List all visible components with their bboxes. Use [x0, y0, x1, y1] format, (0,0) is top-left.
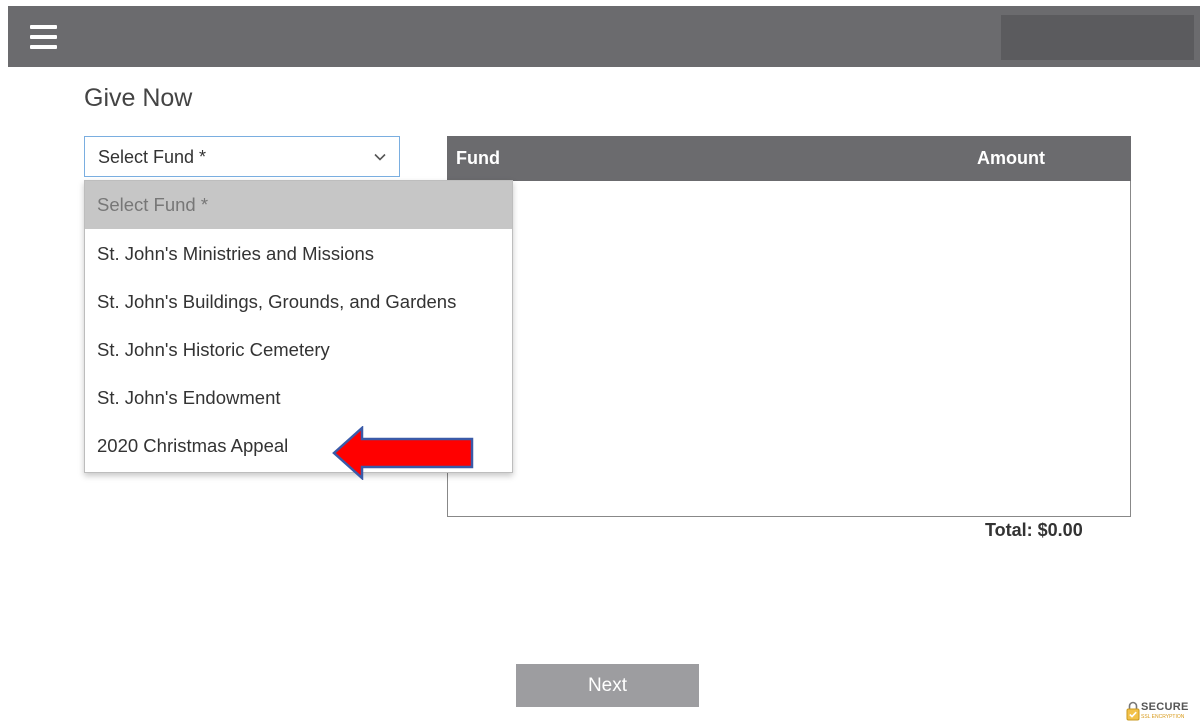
chevron-down-icon — [374, 153, 386, 161]
top-navigation-bar — [8, 6, 1200, 67]
total-amount: Total: $0.00 — [985, 520, 1083, 540]
page-title: Give Now — [84, 84, 193, 112]
fund-option-historic-cemetery[interactable]: St. John's Historic Cemetery — [85, 326, 512, 374]
fund-option-select-fund[interactable]: Select Fund * — [85, 181, 512, 229]
fund-select[interactable]: Select Fund * — [84, 136, 400, 177]
secure-badge-subtext: SSL ENCRYPTION — [1141, 714, 1185, 720]
hamburger-menu-icon[interactable] — [30, 25, 62, 49]
secure-badge: SECURE SSL ENCRYPTION — [1124, 697, 1200, 727]
table-header: Fund Amount — [447, 136, 1131, 181]
fund-option-buildings-grounds-gardens[interactable]: St. John's Buildings, Grounds, and Garde… — [85, 278, 512, 326]
fund-option-endowment[interactable]: St. John's Endowment — [85, 374, 512, 422]
fund-select-value: Select Fund * — [98, 147, 207, 167]
secure-badge-label: SECURE — [1141, 701, 1189, 713]
column-header-amount: Amount — [977, 148, 1045, 168]
padlock-icon — [1126, 701, 1140, 721]
fund-option-ministries-and-missions[interactable]: St. John's Ministries and Missions — [85, 230, 512, 278]
fund-amount-table: Fund Amount — [447, 136, 1131, 517]
red-arrow-left-icon — [332, 426, 474, 480]
next-button[interactable]: Next — [516, 664, 699, 707]
column-header-fund: Fund — [456, 148, 500, 168]
header-account-area[interactable] — [1001, 15, 1194, 60]
